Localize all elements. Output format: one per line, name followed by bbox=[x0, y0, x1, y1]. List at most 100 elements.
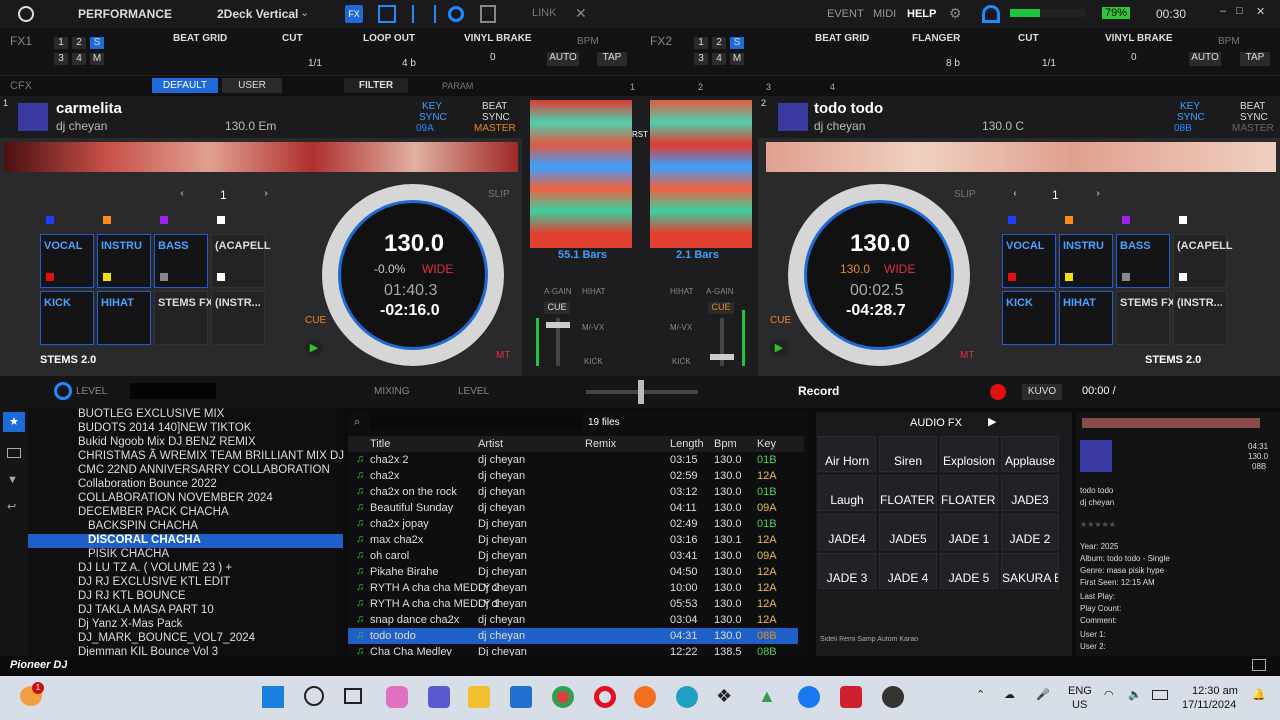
loop-prev-icon[interactable]: ‹ bbox=[1003, 182, 1027, 206]
cfx-user-button[interactable]: USER bbox=[222, 78, 282, 93]
fx2-slot-m[interactable]: M bbox=[730, 53, 744, 65]
tree-item-selected[interactable]: DISCORAL CHACHA bbox=[28, 534, 343, 548]
col-remix[interactable]: Remix bbox=[585, 438, 616, 450]
grid-icon[interactable] bbox=[378, 5, 396, 23]
fx2-slot-3[interactable]: 3 bbox=[694, 53, 708, 65]
fx1-effect-b[interactable]: CUT bbox=[282, 33, 303, 44]
fx-panel-icon[interactable]: FX bbox=[345, 5, 363, 23]
search-icon[interactable] bbox=[304, 686, 324, 706]
cue-button-1[interactable]: CUE bbox=[544, 302, 570, 314]
fx2-tap-button[interactable]: TAP bbox=[1240, 52, 1270, 66]
stems-select[interactable]: STEMS 2.0 bbox=[40, 354, 96, 366]
slip-label[interactable]: SLIP bbox=[488, 189, 510, 200]
loop-size[interactable]: 1 bbox=[1052, 188, 1059, 202]
table-row[interactable]: ♫ todo todo dj cheyan 04:31 130.0 08B bbox=[348, 628, 798, 644]
sampler-pad[interactable]: JADE 5 bbox=[940, 553, 998, 589]
play-icon[interactable]: ▶ bbox=[305, 339, 323, 357]
drive-icon[interactable] bbox=[7, 448, 21, 458]
help-label[interactable]: HELP bbox=[907, 8, 936, 20]
table-row[interactable]: ♫ snap dance cha2x dj cheyan 03:04 130.0 12A bbox=[348, 612, 798, 628]
stems-select[interactable]: STEMS 2.0 bbox=[1145, 354, 1201, 366]
cfx-default-button[interactable]: DEFAULT bbox=[152, 78, 218, 93]
tree-item[interactable]: DECEMBER PACK CHACHA bbox=[28, 506, 343, 520]
output-select[interactable] bbox=[130, 383, 216, 399]
close-icon[interactable]: ✕ bbox=[1256, 5, 1265, 18]
sampler-pad[interactable]: JADE 4 bbox=[879, 553, 937, 589]
play-icon[interactable]: ▶ bbox=[770, 339, 788, 357]
beat-sync-button[interactable]: SYNC bbox=[482, 112, 510, 123]
sampler-pad[interactable]: Laugh bbox=[818, 475, 876, 511]
deck-2-waveform[interactable] bbox=[766, 142, 1276, 172]
virtualdj-app-icon[interactable] bbox=[840, 686, 862, 708]
fx1-vinyl-brake[interactable]: VINYL BRAKE bbox=[464, 33, 532, 44]
event-label[interactable]: EVENT bbox=[827, 8, 864, 20]
battery-icon[interactable] bbox=[1152, 690, 1168, 700]
fx2-slot-4[interactable]: 4 bbox=[712, 53, 726, 65]
key-sync-button[interactable]: SYNC bbox=[419, 112, 447, 123]
tree-item[interactable]: CHRISTMAS Ã WREMIX TEAM BRILLIANT MIX DJ bbox=[28, 450, 344, 464]
mt-label[interactable]: MT bbox=[496, 350, 510, 361]
preview-waveform[interactable] bbox=[1082, 418, 1260, 428]
taskbar-time[interactable]: 12:30 am bbox=[1192, 685, 1238, 697]
sampler-pad[interactable]: Explosion bbox=[940, 436, 998, 472]
record-icon[interactable] bbox=[448, 6, 464, 22]
sampler-pad[interactable]: FLOATER LE... bbox=[940, 475, 998, 511]
fx1-effect-c[interactable]: LOOP OUT bbox=[363, 33, 415, 44]
firefox-icon[interactable] bbox=[634, 686, 656, 708]
minimize-icon[interactable]: – bbox=[1220, 5, 1226, 17]
slip-label[interactable]: SLIP bbox=[954, 189, 976, 200]
col-key[interactable]: Key bbox=[757, 438, 776, 450]
fx1-effect-a[interactable]: BEAT GRID bbox=[173, 33, 227, 44]
fx2-effect-b[interactable]: FLANGER bbox=[912, 33, 960, 44]
reset-button[interactable]: RST bbox=[632, 130, 648, 139]
jog-wheel[interactable]: 130.0 -0.0% WIDE 01:40.3 -02:16.0 bbox=[322, 184, 504, 366]
layout-select[interactable]: 2Deck Vertical bbox=[217, 7, 298, 21]
table-row[interactable]: ♫ Beautiful Sunday dj cheyan 04:11 130.0 09A bbox=[348, 500, 798, 516]
region[interactable]: US bbox=[1072, 699, 1087, 711]
tree-item[interactable]: Collaboration Bounce 2022 bbox=[28, 478, 343, 492]
loop-next-icon[interactable]: › bbox=[1086, 182, 1110, 206]
gear-icon[interactable]: ⚙ bbox=[949, 5, 962, 22]
wifi-icon[interactable]: ◠ bbox=[1104, 688, 1114, 701]
table-row[interactable]: ♫ cha2x dj cheyan 02:59 130.0 12A bbox=[348, 468, 798, 484]
chevron-down-icon[interactable]: ⌄ bbox=[300, 6, 309, 19]
cloud-icon[interactable]: ☁ bbox=[1004, 688, 1015, 701]
layout-mode[interactable]: PERFORMANCE bbox=[78, 7, 172, 21]
tree-item[interactable]: CMC 22ND ANNIVERSARRY COLLABORATION bbox=[28, 464, 343, 478]
drive-app-icon[interactable]: ▲ bbox=[758, 686, 776, 707]
search-input[interactable] bbox=[370, 414, 582, 430]
mixer-icon[interactable] bbox=[480, 5, 496, 23]
fx1-auto-button[interactable]: AUTO bbox=[547, 52, 579, 66]
link-icon[interactable]: ✕ bbox=[575, 5, 587, 22]
fx1-slot-2[interactable]: 2 bbox=[72, 37, 86, 49]
record-select[interactable]: Record bbox=[798, 384, 839, 398]
sampler-pad[interactable]: Applause bbox=[1001, 436, 1059, 472]
tree-item[interactable]: DJ RJ KTL BOUNCE bbox=[28, 590, 343, 604]
fx1-slot-3[interactable]: 3 bbox=[54, 53, 68, 65]
sampler-pad[interactable]: JADE5 bbox=[879, 514, 937, 550]
fx2-effect-a[interactable]: BEAT GRID bbox=[815, 33, 869, 44]
col-artist[interactable]: Artist bbox=[478, 438, 503, 450]
sampler-pad[interactable]: FLOATER ID... bbox=[879, 475, 937, 511]
tree-item[interactable]: BUDOTS 2014 140]NEW TIKTOK bbox=[28, 422, 343, 436]
rating-stars[interactable]: ★★★★★ bbox=[1080, 520, 1116, 529]
play-icon[interactable]: ▶ bbox=[988, 415, 996, 428]
col-length[interactable]: Length bbox=[670, 438, 704, 450]
crossfader[interactable] bbox=[586, 380, 698, 404]
task-view-icon[interactable] bbox=[344, 688, 362, 704]
sampler-pad[interactable]: JADE 2 bbox=[1001, 514, 1059, 550]
loop-next-icon[interactable]: › bbox=[254, 182, 278, 206]
table-row[interactable]: ♫ cha2x 2 dj cheyan 03:15 130.0 01B bbox=[348, 452, 798, 468]
beat-sync-button[interactable]: SYNC bbox=[1240, 112, 1268, 123]
fx2-slot-1[interactable]: 1 bbox=[694, 37, 708, 49]
sampler-pad[interactable]: Air Horn bbox=[818, 436, 876, 472]
chevron-down-icon[interactable]: ⌄ bbox=[162, 6, 171, 19]
copilot-icon[interactable] bbox=[386, 686, 408, 708]
fx1-slot-1[interactable]: 1 bbox=[54, 37, 68, 49]
table-row[interactable]: ♫ RYTH A cha cha MEDLY 1 Dj cheyan 05:53 130… bbox=[348, 596, 798, 612]
fx2-slot-s[interactable]: S bbox=[730, 37, 744, 49]
table-row[interactable]: ♫ max cha2x Dj cheyan 03:16 130.1 12A bbox=[348, 532, 798, 548]
fx1-tap-button[interactable]: TAP bbox=[597, 52, 627, 66]
edge-icon[interactable] bbox=[676, 686, 698, 708]
fx2-effect-c[interactable]: CUT bbox=[1018, 33, 1039, 44]
